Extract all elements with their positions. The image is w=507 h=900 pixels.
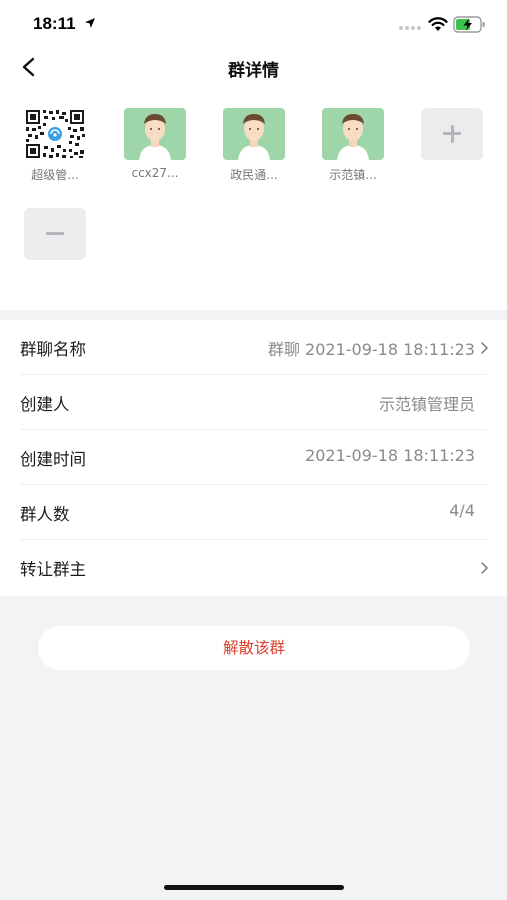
dissolve-group-button[interactable]: 解散该群 [38,626,470,670]
status-time: 18:11 [33,14,76,33]
group-info-list: 群聊名称 群聊 2021-09-18 18:11:23 创建人 示范镇管理员 创… [0,320,507,596]
group-name-label: 群聊名称 [20,340,86,359]
created-time-label: 创建时间 [20,450,86,469]
wifi-icon [428,17,448,31]
creator-row: 创建人 示范镇管理员 [20,375,487,430]
member-count-row: 群人数 4/4 [20,485,487,540]
nav-bar: 群详情 [0,48,507,88]
creator-label: 创建人 [20,395,70,414]
battery-charging-icon [453,16,485,33]
member-name: 政民通... [230,168,278,182]
transfer-owner-row[interactable]: 转让群主 [20,540,488,595]
qr-code-icon [24,108,86,160]
add-member-button[interactable] [421,108,483,160]
member-item[interactable]: 超级管... [24,108,86,183]
created-time-value: 2021-09-18 18:11:23 [305,446,475,465]
person-avatar-icon [223,108,285,160]
home-indicator [164,885,344,890]
member-item[interactable]: 示范镇... [322,108,384,183]
member-name: 示范镇... [329,168,377,182]
member-item[interactable]: 政民通... [223,108,285,183]
page-title: 群详情 [228,61,279,81]
person-avatar-icon [124,108,186,160]
chevron-right-icon [481,562,488,574]
signal-icon [399,26,421,30]
member-count-value: 4/4 [449,501,475,520]
creator-value: 示范镇管理员 [378,395,475,414]
location-arrow-icon [85,18,95,28]
group-name-row[interactable]: 群聊名称 群聊 2021-09-18 18:11:23 [20,320,488,375]
transfer-owner-label: 转让群主 [20,560,86,579]
chevron-right-icon [481,342,488,354]
member-count-label: 群人数 [20,505,70,524]
status-bar: 18:11 [0,0,507,48]
member-name: ccx27... [131,166,179,180]
person-avatar-icon [322,108,384,160]
remove-member-button[interactable] [24,208,86,260]
member-name: 超级管... [31,168,79,182]
group-name-value: 群聊 2021-09-18 18:11:23 [267,340,475,359]
member-item[interactable]: ccx27... [124,108,186,180]
created-time-row: 创建时间 2021-09-18 18:11:23 [20,430,487,485]
